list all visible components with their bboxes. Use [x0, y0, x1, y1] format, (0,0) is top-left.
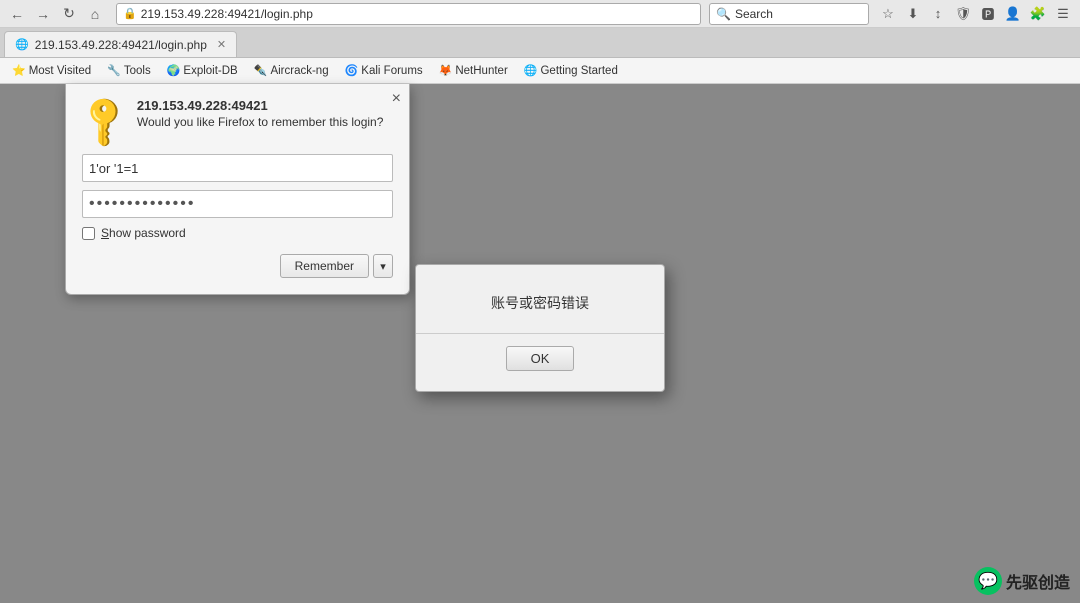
- popup-close-button[interactable]: ×: [392, 90, 401, 108]
- user-icon[interactable]: 👤: [1002, 3, 1024, 25]
- bookmark-start-label: Getting Started: [540, 65, 617, 77]
- bookmark-aircrack-icon: ✒️: [254, 64, 268, 77]
- toolbar-icons: ☆ ⬇ ↕ 🛡 🅿 👤 🧩 ☰: [877, 3, 1074, 25]
- bookmark-most-visited-label: Most Visited: [29, 65, 91, 77]
- wechat-icon: 💬: [974, 567, 1002, 595]
- popup-question: Would you like Firefox to remember this …: [137, 115, 393, 129]
- bookmark-aircrack[interactable]: ✒️ Aircrack-ng: [248, 62, 335, 79]
- show-password-checkbox[interactable]: [82, 227, 95, 240]
- popup-domain: 219.153.49.228:49421: [137, 98, 393, 113]
- back-button[interactable]: ←: [6, 3, 28, 25]
- popup-title-block: 219.153.49.228:49421 Would you like Fire…: [137, 98, 393, 129]
- reload-button[interactable]: ↻: [58, 3, 80, 25]
- shield-icon[interactable]: 🛡: [952, 3, 974, 25]
- search-placeholder: Search: [735, 7, 773, 21]
- search-bar[interactable]: 🔍 Search: [709, 3, 869, 25]
- browser-frame: ← → ↻ ⌂ 🔒 219.153.49.228:49421/login.php…: [0, 0, 1080, 603]
- alert-separator: [416, 333, 664, 334]
- tab-close-button[interactable]: ✕: [217, 38, 226, 51]
- show-password-row: Show password: [82, 226, 393, 240]
- remember-dropdown-button[interactable]: ▾: [373, 254, 393, 278]
- sync-icon[interactable]: ↕: [927, 3, 949, 25]
- bookmark-tools-icon: 🔧: [107, 64, 121, 77]
- password-field[interactable]: [82, 190, 393, 218]
- download-icon[interactable]: ⬇: [902, 3, 924, 25]
- bookmark-aircrack-label: Aircrack-ng: [270, 65, 328, 77]
- popup-footer: Remember ▾: [82, 254, 393, 278]
- bookmark-getting-started[interactable]: 🌐 Getting Started: [518, 62, 624, 79]
- menu-icon[interactable]: ☰: [1052, 3, 1074, 25]
- address-bar[interactable]: 🔒 219.153.49.228:49421/login.php: [116, 3, 701, 25]
- star-icon[interactable]: ☆: [877, 3, 899, 25]
- address-text: 219.153.49.228:49421/login.php: [141, 7, 313, 21]
- forward-button[interactable]: →: [32, 3, 54, 25]
- search-icon: 🔍: [716, 7, 731, 21]
- tab-title: 219.153.49.228:49421/login.php: [35, 38, 207, 52]
- bookmark-most-visited[interactable]: ⭐ Most Visited: [6, 62, 97, 79]
- bookmark-kali-label: Kali Forums: [361, 65, 422, 77]
- alert-message: 账号或密码错误: [436, 293, 644, 313]
- bookmark-nethunter-icon: 🦊: [439, 64, 453, 77]
- password-save-popup: × 🔑 219.153.49.228:49421 Would you like …: [65, 84, 410, 295]
- show-password-label[interactable]: Show password: [101, 226, 186, 240]
- bookmark-exploit-label: Exploit-DB: [183, 65, 237, 77]
- bookmark-exploit-db[interactable]: 🌍 Exploit-DB: [161, 62, 244, 79]
- alert-content: 账号或密码错误 OK: [416, 265, 664, 391]
- popup-header: 🔑 219.153.49.228:49421 Would you like Fi…: [82, 98, 393, 142]
- alert-dialog: 账号或密码错误 OK: [415, 264, 665, 392]
- pocket-icon[interactable]: 🅿: [977, 3, 999, 25]
- nav-buttons: ← → ↻ ⌂: [6, 3, 106, 25]
- bookmark-tools[interactable]: 🔧 Tools: [101, 62, 157, 79]
- watermark: 💬 先驱创造: [974, 567, 1070, 595]
- alert-ok-button[interactable]: OK: [506, 346, 575, 371]
- home-button[interactable]: ⌂: [84, 3, 106, 25]
- bookmark-kali-forums[interactable]: 🌀 Kali Forums: [339, 62, 429, 79]
- remember-button[interactable]: Remember: [280, 254, 369, 278]
- address-lock-icon: 🔒: [123, 7, 137, 20]
- watermark-text: 先驱创造: [1006, 569, 1070, 593]
- tab-favicon: 🌐: [15, 38, 29, 51]
- title-bar: ← → ↻ ⌂ 🔒 219.153.49.228:49421/login.php…: [0, 0, 1080, 28]
- active-tab[interactable]: 🌐 219.153.49.228:49421/login.php ✕: [4, 31, 237, 57]
- bookmark-star-icon: ⭐: [12, 64, 26, 77]
- bookmark-nethunter[interactable]: 🦊 NetHunter: [433, 62, 514, 79]
- bookmark-nethunter-label: NetHunter: [455, 65, 507, 77]
- bookmark-kali-icon: 🌀: [345, 64, 359, 77]
- tab-bar: 🌐 219.153.49.228:49421/login.php ✕: [0, 28, 1080, 58]
- username-field[interactable]: [82, 154, 393, 182]
- bookmark-tools-label: Tools: [124, 65, 151, 77]
- addon-icon[interactable]: 🧩: [1027, 3, 1049, 25]
- page-content: × 🔑 219.153.49.228:49421 Would you like …: [0, 84, 1080, 603]
- key-icon: 🔑: [74, 90, 135, 151]
- bookmark-exploit-icon: 🌍: [167, 64, 181, 77]
- bookmark-start-icon: 🌐: [524, 64, 538, 77]
- bookmarks-bar: ⭐ Most Visited 🔧 Tools 🌍 Exploit-DB ✒️ A…: [0, 58, 1080, 84]
